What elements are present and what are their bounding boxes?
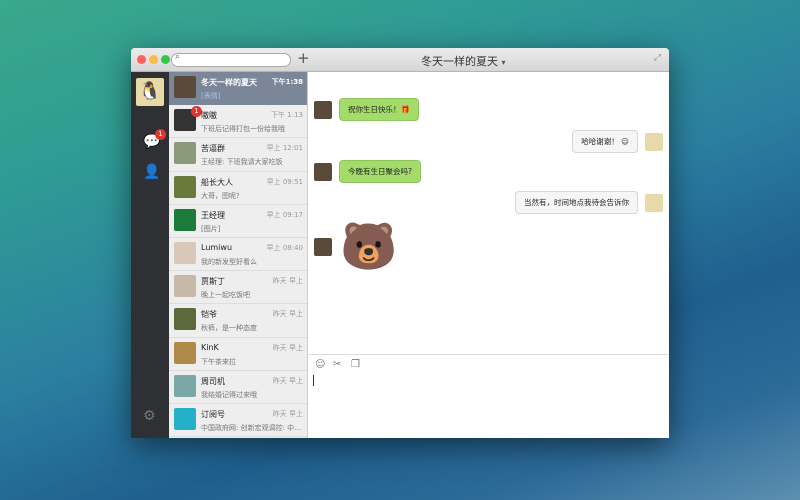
sticker: 🐻: [340, 219, 398, 273]
minimize-button[interactable]: [149, 55, 158, 64]
conversation-item[interactable]: 苦逼群 早上 12:01 王经理: 下班我请大家吃饭: [169, 138, 307, 172]
conversation-name: 嗷嗷: [201, 111, 217, 121]
emoji-icon[interactable]: ☺: [315, 359, 325, 370]
avatar: [174, 208, 196, 231]
chat-message: 当然有，时间地点我待会告诉你: [508, 191, 663, 214]
avatar: [314, 237, 332, 256]
fullscreen-icon[interactable]: ⤢: [654, 53, 661, 63]
message-bubble: 哈哈谢谢！ ☺: [572, 130, 638, 153]
title-bar: ⌕ + 冬天一样的夏天 ▾ ⤢: [131, 48, 669, 72]
avatar: [645, 132, 663, 151]
message-bubble: 当然有，时间地点我待会告诉你: [515, 191, 638, 214]
conversation-preview: 秋裤，是一种态度: [201, 324, 257, 333]
conversation-item[interactable]: 冬天一样的夏天 下午1:38 [表情]: [169, 72, 307, 106]
conversation-name: 订阅号: [201, 409, 225, 419]
avatar: [174, 341, 196, 364]
conversation-time: 下午1:38: [271, 78, 303, 86]
conversation-item[interactable]: 贾斯丁 昨天 早上 晚上一起吃饭吧: [169, 271, 307, 305]
scissors-icon[interactable]: ✂: [333, 359, 341, 370]
conversation-item[interactable]: 王经理 早上 09:17 [图片]: [169, 205, 307, 238]
message-bubble: 今晚有生日聚会吗?: [339, 160, 421, 183]
chat-message: 哈哈谢谢！ ☺: [565, 130, 663, 153]
conversation-preview: 中国政府网: 创新宏观调控: 中…: [201, 423, 302, 432]
contacts-icon[interactable]: 👤: [143, 164, 160, 180]
conversation-item[interactable]: 铠爷 昨天 早上 秋裤，是一种态度: [169, 304, 307, 338]
gear-icon[interactable]: ⚙: [143, 408, 156, 424]
conversation-name: 冬天一样的夏天: [201, 78, 257, 87]
close-button[interactable]: [137, 55, 146, 64]
conversation-name: 铠爷: [201, 310, 217, 320]
zoom-button[interactable]: [161, 55, 170, 64]
search-input[interactable]: ⌕: [171, 52, 291, 67]
chat-message: 今晚有生日聚会吗?: [314, 160, 428, 183]
conversation-item[interactable]: 船长大人 早上 09:51 大哥，图呢?: [169, 172, 307, 205]
conversation-time: 早上 08:40: [266, 243, 303, 252]
avatar: [645, 193, 663, 212]
file-icon[interactable]: ❐: [351, 359, 360, 370]
conversation-preview: 下午茶来拉: [201, 357, 236, 366]
avatar: [174, 374, 196, 397]
sidebar: 🐧 💬 1 👤 ⚙: [131, 72, 169, 438]
conversation-list: 冬天一样的夏天 下午1:38 [表情] 1 嗷嗷 下午 1:13 下班后记得打包…: [169, 72, 308, 438]
conversation-item[interactable]: 周司机 昨天 早上 我结婚记得过来哦: [169, 371, 307, 404]
conversation-item[interactable]: Lumiwu 早上 08:40 我的新发型好看么: [169, 238, 307, 272]
unread-badge: 1: [155, 129, 166, 140]
conversation-time: 昨天 早上: [272, 409, 303, 418]
conversation-item[interactable]: KinK 昨天 早上 下午茶来拉: [169, 338, 307, 371]
avatar: [174, 275, 196, 298]
conversation-time: 昨天 早上: [272, 343, 303, 352]
conversation-time: 下午 1:13: [271, 111, 303, 120]
avatar[interactable]: 🐧: [136, 78, 164, 106]
message-bubble: 祝你生日快乐！🎁: [339, 98, 419, 121]
conversation-preview: 晚上一起吃饭吧: [201, 291, 250, 300]
search-icon: ⌕: [175, 52, 181, 62]
conversation-item[interactable]: 订阅号 昨天 早上 中国政府网: 创新宏观调控: 中…: [169, 404, 307, 438]
conversation-time: 早上 12:01: [266, 144, 303, 153]
conversation-time: 昨天 早上: [272, 376, 303, 385]
avatar: [174, 76, 196, 98]
conversation-item[interactable]: 1 嗷嗷 下午 1:13 下班后记得打包一份给我哦: [169, 105, 307, 139]
conversation-name: 船长大人: [201, 177, 233, 187]
chat-message: 祝你生日快乐！🎁: [314, 98, 426, 121]
chat-panel: 祝你生日快乐！🎁 哈哈谢谢！ ☺ 今晚有生日聚会吗? 当然有，时间地点我待会告诉你 🐻…: [308, 72, 669, 438]
conversation-name: 贾斯丁: [201, 277, 225, 287]
chevron-down-icon[interactable]: ▾: [502, 58, 506, 67]
add-button[interactable]: +: [297, 49, 310, 67]
avatar: [174, 175, 196, 198]
conversation-preview: 下班后记得打包一份给我哦: [201, 125, 285, 134]
avatar: [174, 241, 196, 264]
avatar: [174, 308, 196, 331]
sticker-message: 🐻: [314, 219, 397, 274]
conversation-name: KinK: [201, 342, 219, 352]
conversation-time: 早上 09:51: [266, 177, 303, 186]
chat-window: ⌕ + 冬天一样的夏天 ▾ ⤢ 🐧 💬 1 👤 ⚙ 冬天一样的夏天 下午1:38…: [131, 48, 669, 438]
conversation-preview: 我的新发型好看么: [201, 257, 257, 266]
conversation-name: 苦逼群: [201, 144, 225, 154]
conversation-name: 王经理: [201, 210, 225, 220]
conversation-preview: 王经理: 下班我请大家吃饭: [201, 158, 283, 167]
conversation-time: 早上 09:17: [266, 210, 303, 219]
avatar: [174, 407, 196, 430]
conversation-time: 昨天 早上: [272, 277, 303, 286]
avatar: [174, 142, 196, 165]
text-cursor: [313, 375, 314, 386]
window-title[interactable]: 冬天一样的夏天 ▾: [421, 53, 506, 69]
conversation-preview: 我结婚记得过来哦: [201, 390, 257, 399]
conversation-preview: [表情]: [201, 92, 221, 100]
conversation-name: 周司机: [201, 376, 225, 386]
conversation-preview: 大哥，图呢?: [201, 191, 240, 200]
avatar: [314, 162, 332, 181]
conversation-preview: [图片]: [201, 224, 221, 233]
avatar: [314, 100, 332, 119]
conversation-name: Lumiwu: [201, 242, 233, 252]
message-input[interactable]: ☺ ✂ ❐: [308, 354, 669, 438]
conversation-time: 昨天 早上: [272, 310, 303, 319]
